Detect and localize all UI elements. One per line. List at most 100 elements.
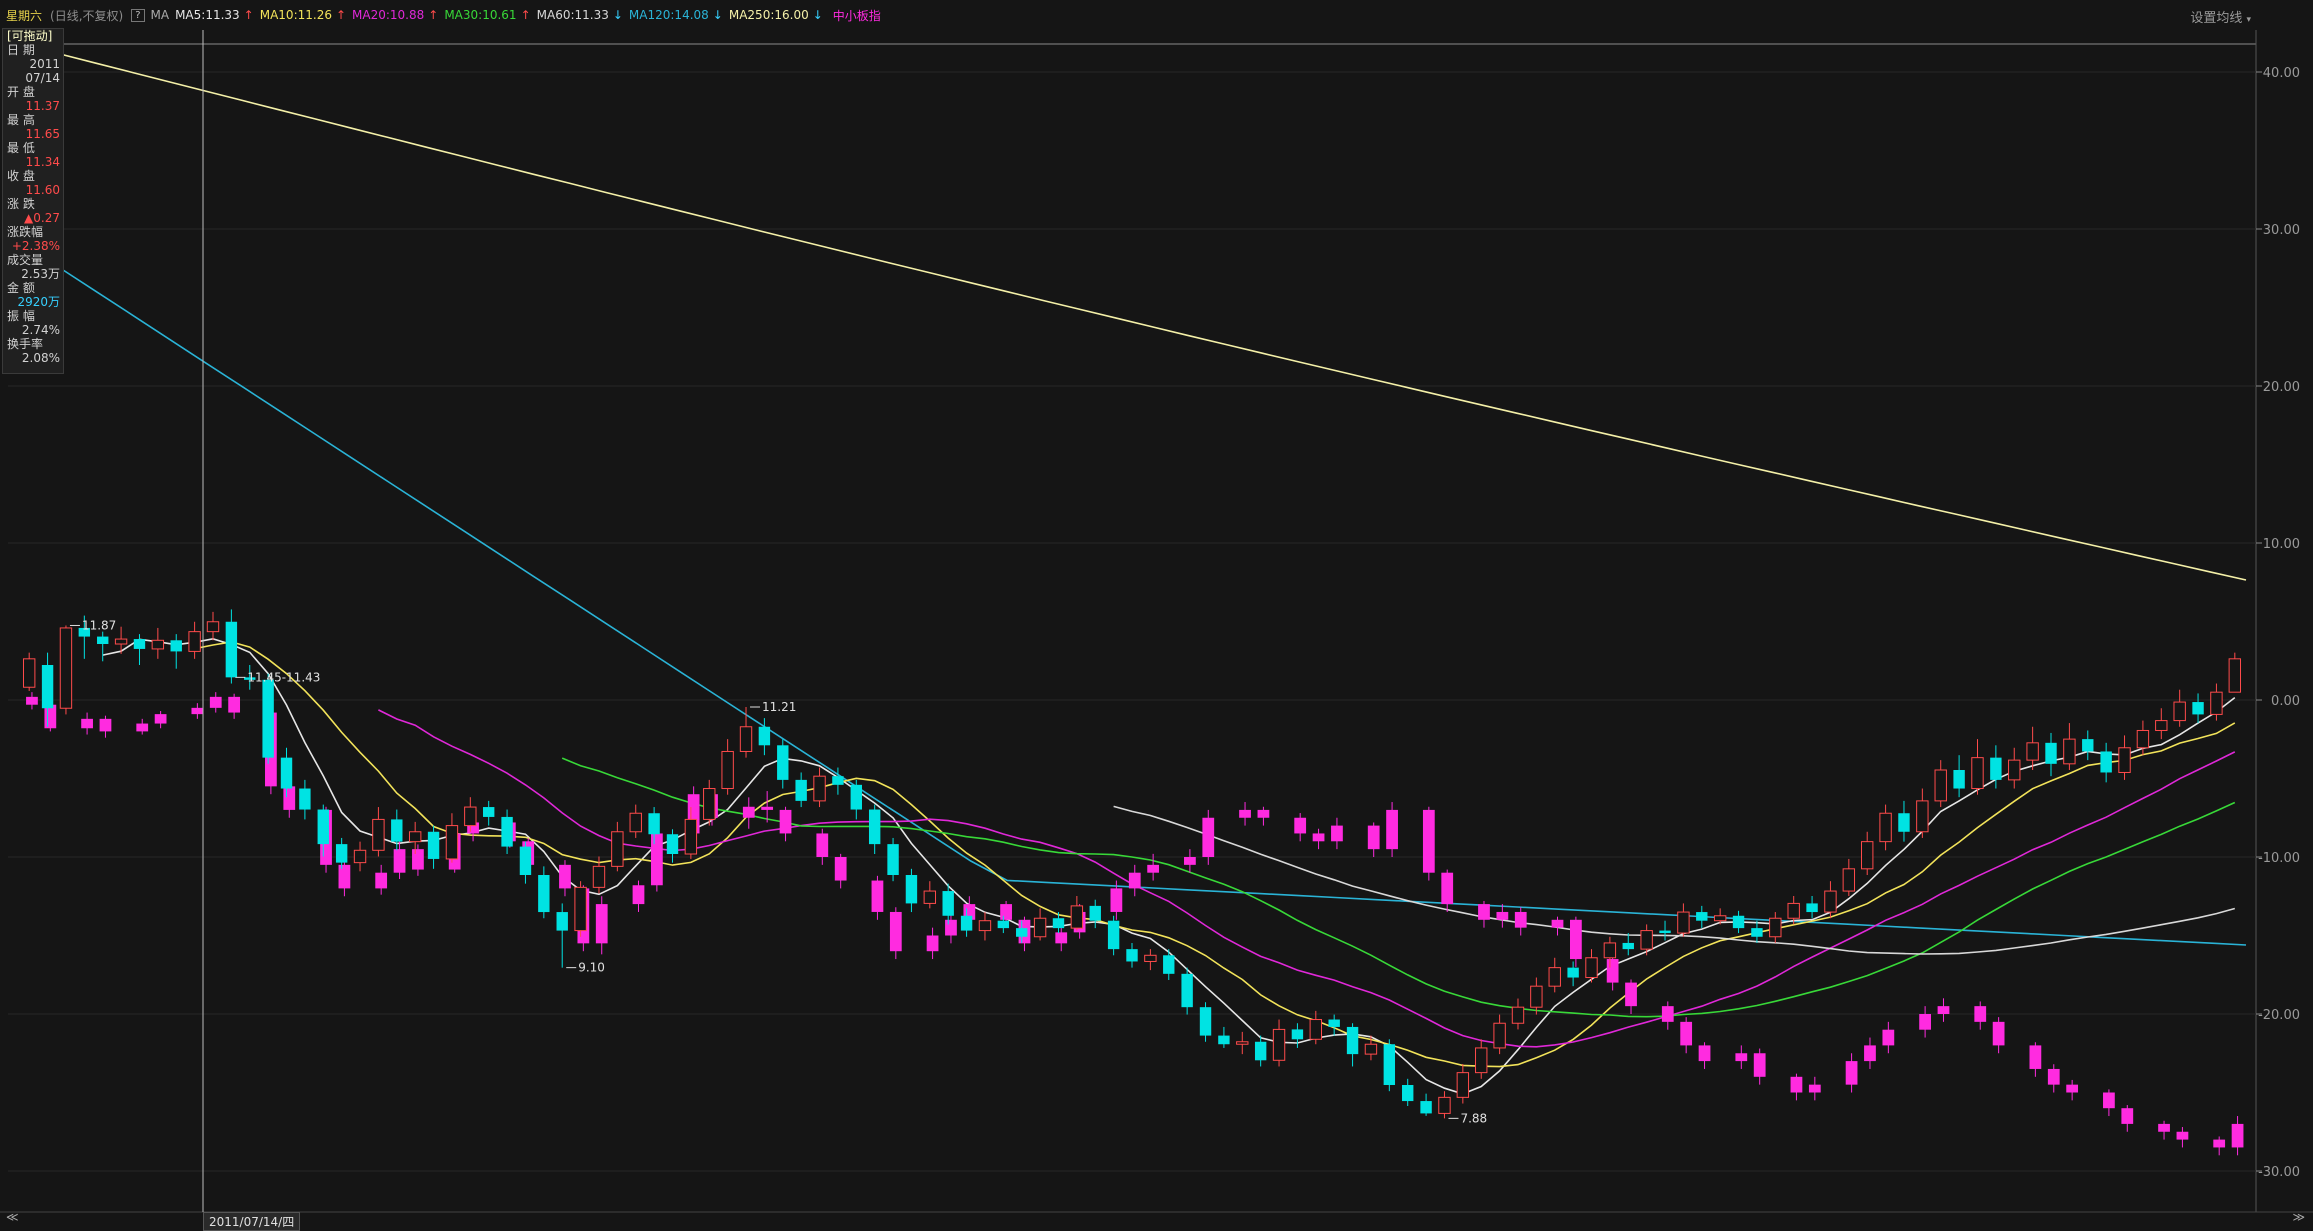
info-panel[interactable]: [可拖动] 日 期 2011 07/14 开 盘 11.37 最 高 11.65 最 低 11.… [2, 28, 64, 374]
candle-body [2082, 739, 2094, 752]
index-candle-body [2103, 1092, 2115, 1109]
candle-body [1033, 917, 1047, 938]
candle-body [2026, 742, 2039, 761]
price-annotation: 7.88 [1460, 1111, 1487, 1125]
candle-body [1493, 1022, 1506, 1049]
candle-body [151, 639, 165, 650]
index-candle-body [1184, 857, 1196, 865]
candle-body [1990, 757, 2002, 780]
info-label: 日 期 [7, 43, 35, 57]
index-candle-body [1698, 1045, 1711, 1062]
index-candle-body [1937, 1006, 1950, 1014]
y-tick-label: -30.00 [2258, 1165, 2300, 1180]
index-candle-body [338, 864, 351, 889]
candle-body [1769, 917, 1782, 938]
candle-body [1163, 955, 1175, 974]
ma10-line [194, 641, 2236, 1068]
kline-chart[interactable]: 40.00 30.00 20.00 10.00 0.00 -10.00 -20.00 -30.… [0, 0, 2313, 1226]
info-value: 11.37 [25, 99, 60, 113]
index-candle-body [1974, 1006, 1987, 1022]
info-value: ▲0.27 [24, 211, 60, 225]
candle-body [1346, 1026, 1359, 1055]
candle-body [1713, 915, 1727, 922]
scroll-right-button[interactable]: ≫ [2292, 1210, 2305, 1224]
index-candle-body [2213, 1139, 2226, 1148]
index-candle-body [1569, 919, 1582, 960]
candle-body [1548, 967, 1561, 987]
scroll-left-button[interactable]: ≪ [6, 1210, 19, 1224]
index-candle-body [1625, 982, 1637, 1007]
index-candle-body [2176, 1131, 2189, 1140]
candle-body [2228, 658, 2242, 693]
candle-body [1696, 912, 1708, 921]
info-label: 开 盘 [7, 85, 35, 99]
candle-body [372, 818, 385, 851]
candle-body [1218, 1035, 1230, 1045]
candle-body [777, 745, 789, 780]
candle-body [206, 621, 220, 633]
info-label: 涨跌幅 [7, 225, 44, 239]
index-candle-body [761, 806, 774, 810]
candle-body [1236, 1041, 1249, 1045]
candle-body [1898, 813, 1910, 832]
ma30-line [561, 757, 2236, 1018]
candle-body [97, 636, 109, 644]
candle-body [1677, 911, 1690, 934]
candle-body [574, 886, 587, 932]
index-candle-body [191, 707, 204, 715]
candle-body [1622, 942, 1634, 950]
ma120-line [59, 267, 2247, 946]
candle-body [1567, 967, 1579, 978]
candle-body [1438, 1096, 1451, 1114]
info-label: 最 低 [7, 141, 35, 155]
index-candle-body [1790, 1076, 1803, 1093]
index-candle-body [1680, 1021, 1693, 1046]
index-candle-body [375, 872, 388, 889]
ma60-line [1113, 805, 2236, 955]
candle-body [59, 627, 73, 709]
index-candle-body [393, 849, 406, 873]
candle-body [942, 891, 954, 916]
candle-body [2008, 759, 2021, 781]
index-candle-body [816, 833, 829, 857]
index-candle-body [1882, 1029, 1895, 1046]
candle-body [1070, 905, 1084, 929]
candle-body [1916, 800, 1929, 833]
candle-body [1272, 1028, 1286, 1061]
info-value: 2.53万 [21, 267, 60, 281]
index-candle-body [154, 714, 167, 724]
candle-body [1364, 1043, 1378, 1055]
info-value: 2.74% [21, 323, 60, 337]
candle-body [188, 631, 201, 652]
info-label: 金 额 [7, 281, 35, 295]
index-candle-body [595, 904, 608, 944]
candle-body [482, 807, 495, 817]
candle-body [556, 912, 568, 931]
index-candle-body [871, 880, 884, 912]
index-candle-body [209, 696, 222, 708]
candle-body [1309, 1019, 1322, 1040]
candle-body [739, 726, 753, 752]
candle-body [464, 806, 477, 827]
candle-body [1511, 1006, 1525, 1024]
candle-body [2045, 742, 2057, 764]
draggable-label[interactable]: [可拖动] [3, 29, 63, 43]
index-candle-body [1312, 833, 1325, 842]
y-tick-label: 40.00 [2263, 66, 2300, 81]
index-candle-body [2231, 1123, 2244, 1148]
candle-body [1585, 957, 1598, 979]
index-candle-body [26, 696, 38, 705]
info-label: 换手率 [7, 337, 44, 351]
candle-body [335, 844, 348, 863]
info-value: 2011 [29, 57, 60, 71]
candle-body [1107, 920, 1120, 950]
index-candle-body [1147, 864, 1160, 873]
candle-body [1199, 1007, 1212, 1036]
candle-body [703, 788, 716, 820]
index-candle-body [1845, 1061, 1858, 1085]
candle-body [1475, 1047, 1488, 1074]
index-candle-body [2066, 1084, 2079, 1093]
candle-body [832, 776, 844, 785]
candle-body [1971, 757, 1984, 790]
index-candle-body [2121, 1108, 2134, 1124]
